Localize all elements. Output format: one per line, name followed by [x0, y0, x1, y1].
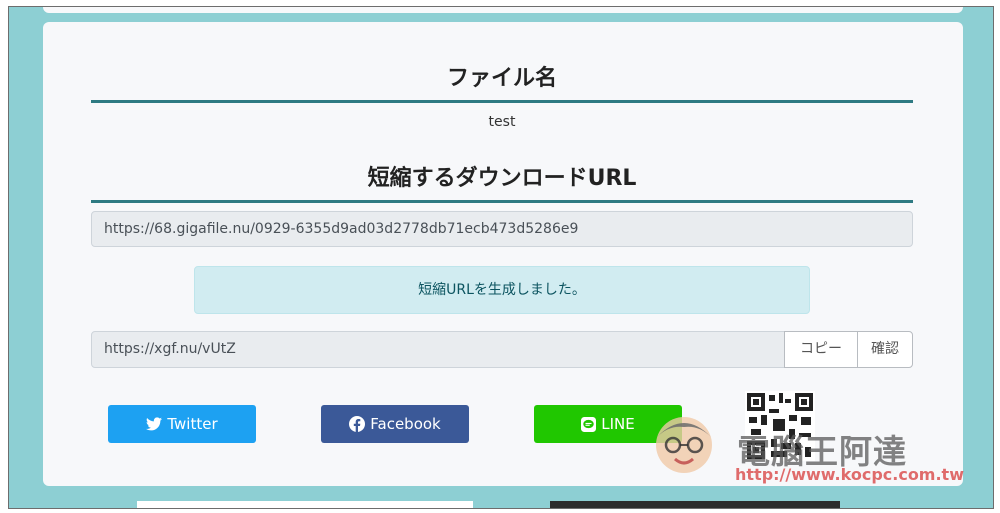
bottom-thumbnail-left — [137, 501, 473, 508]
mascot-icon — [656, 417, 712, 473]
copy-button[interactable]: コピー — [784, 331, 858, 368]
facebook-share-button[interactable]: Facebook — [321, 405, 469, 443]
short-url-group: https://xgf.nu/vUtZ コピー 確認 — [91, 331, 913, 368]
twitter-share-button[interactable]: Twitter — [108, 405, 256, 443]
short-url-field[interactable]: https://xgf.nu/vUtZ — [91, 331, 785, 368]
bottom-thumbnail-right — [550, 501, 840, 508]
success-alert: 短縮URLを生成しました。 — [194, 266, 810, 314]
facebook-icon — [349, 416, 366, 432]
page-background: ファイル名 test 短縮するダウンロードURL https://68.giga… — [8, 6, 994, 509]
confirm-button[interactable]: 確認 — [857, 331, 913, 368]
twitter-label: Twitter — [167, 415, 218, 433]
filename-heading: ファイル名 — [91, 60, 913, 103]
twitter-icon — [146, 417, 163, 431]
previous-card-edge — [43, 7, 963, 13]
line-icon — [581, 416, 597, 432]
download-url-field[interactable]: https://68.gigafile.nu/0929-6355d9ad03d2… — [91, 211, 913, 247]
watermark-url: http://www.kocpc.com.tw — [735, 465, 964, 484]
download-url-heading: 短縮するダウンロードURL — [91, 160, 913, 203]
watermark: 電腦王阿達 http://www.kocpc.com.tw — [649, 389, 969, 485]
line-label: LINE — [601, 415, 635, 433]
filename-value: test — [488, 114, 516, 130]
facebook-label: Facebook — [370, 415, 441, 433]
